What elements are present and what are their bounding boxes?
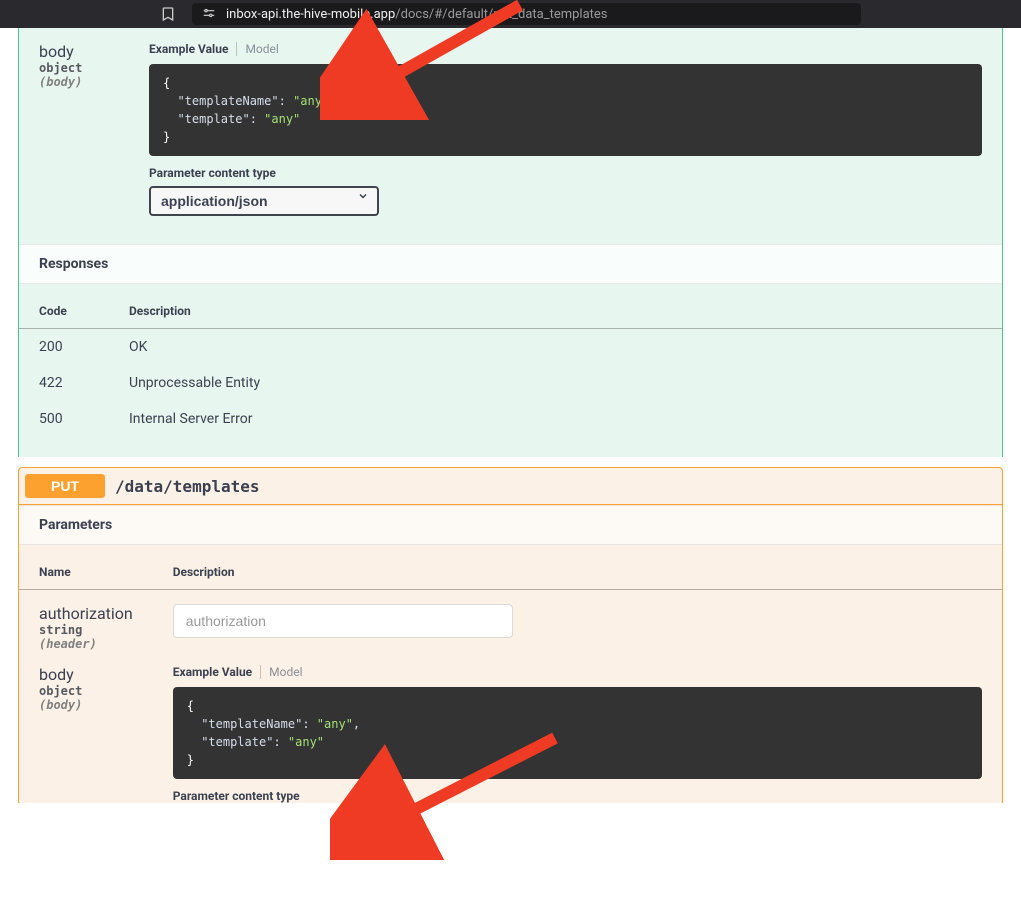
param-name: authorization [39,604,133,623]
responses-heading: Responses [19,244,1002,284]
param-row-authorization: authorization string (header) [19,590,1002,652]
params-th-name: Name [19,545,153,590]
response-row: 422 Unprocessable Entity [19,365,1002,401]
method-badge-put: PUT [25,474,105,498]
op-summary-put-data-templates[interactable]: PUT /data/templates [18,467,1003,505]
content-type-label: Parameter content type [149,166,982,180]
responses-th-code: Code [19,284,109,329]
content-type-select[interactable]: application/json [149,186,379,216]
responses-th-desc: Description [109,284,1002,329]
op-block-top: body object (body) Example ValueModel { … [18,28,1003,457]
model-tabs: Example ValueModel [173,665,982,679]
example-json-block[interactable]: { "templateName": "any", "template": "an… [173,687,982,779]
response-code: 422 [19,365,109,401]
param-in: (body) [39,698,133,712]
example-json-block[interactable]: { "templateName": "any", "template": "an… [149,64,982,156]
response-code: 500 [19,401,109,437]
model-tabs: Example ValueModel [149,42,982,56]
tab-example-value[interactable]: Example Value [173,665,261,679]
tab-model[interactable]: Model [237,42,278,56]
content-type-label: Parameter content type [173,789,982,803]
responses-table: Code Description 200 OK 422 Unprocessabl… [19,284,1002,437]
url-text: inbox-api.the-hive-mobile.app/docs/#/def… [226,6,608,22]
response-desc: OK [109,329,1002,366]
param-type: object [39,61,109,75]
param-type: string [39,623,133,637]
param-type: object [39,684,133,698]
param-row-body: body object (body) Example ValueModel { … [19,651,1002,803]
site-settings-icon[interactable] [202,6,216,23]
authorization-input[interactable] [173,604,513,638]
response-desc: Unprocessable Entity [109,365,1002,401]
response-row: 500 Internal Server Error [19,401,1002,437]
browser-url-bar: inbox-api.the-hive-mobile.app/docs/#/def… [0,0,1021,28]
url-field[interactable]: inbox-api.the-hive-mobile.app/docs/#/def… [192,3,861,25]
tab-example-value[interactable]: Example Value [149,42,237,56]
bookmark-icon[interactable] [160,6,176,22]
parameters-heading: Parameters [19,505,1002,545]
op-block-put: Parameters Name Description authorizatio… [18,505,1003,803]
url-path: /docs/#/default/put_data_templates [395,7,607,22]
response-code: 200 [19,329,109,366]
tab-model[interactable]: Model [261,665,302,679]
param-in: (body) [39,75,109,89]
params-th-desc: Description [153,545,1002,590]
url-host: inbox-api.the-hive-mobile.app [226,7,395,22]
param-name: body [39,42,109,61]
op-path: /data/templates [115,477,260,496]
param-name: body [39,665,133,684]
param-in: (header) [39,637,133,651]
response-desc: Internal Server Error [109,401,1002,437]
response-row: 200 OK [19,329,1002,366]
